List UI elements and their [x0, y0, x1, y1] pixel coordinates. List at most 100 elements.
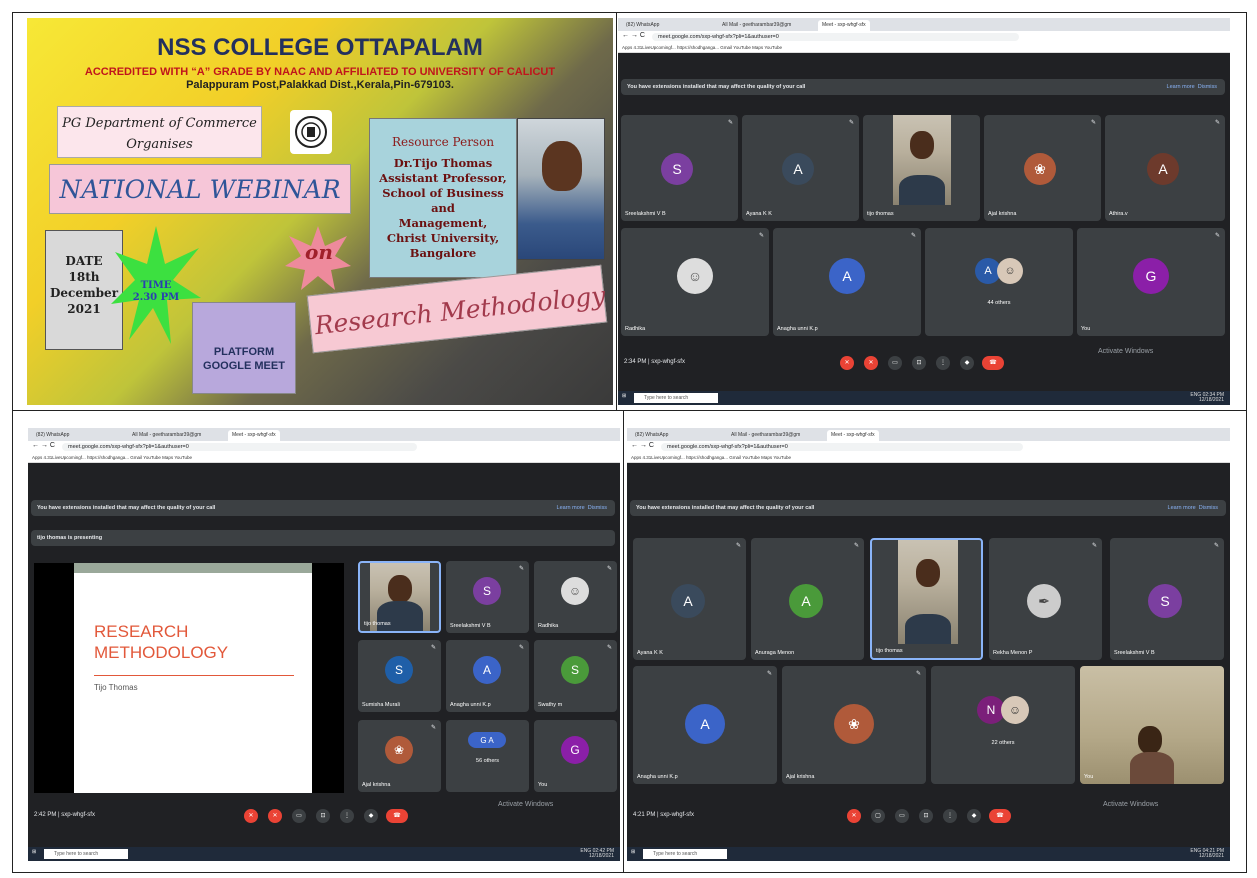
slide-rule: [94, 675, 294, 676]
mic-button[interactable]: ✕: [244, 809, 258, 823]
participant-tile[interactable]: A ✎ Athira.v: [1105, 115, 1225, 221]
dept-line2: Organises: [126, 137, 193, 152]
bookmarks-bar[interactable]: Apps 4.31LiveUpcomingf... https://shodhg…: [28, 453, 620, 463]
platform-line1: PLATFORM: [213, 346, 275, 358]
more-options-button[interactable]: ⋮: [943, 809, 957, 823]
participant-tile[interactable]: A ✎ Anuraga Menon: [751, 538, 864, 660]
url-input[interactable]: meet.google.com/sxp-whgf-sfx?pli=1&authu…: [661, 443, 1023, 451]
learn-more-link[interactable]: Learn more: [1168, 505, 1196, 511]
more-options-button[interactable]: ⋮: [936, 356, 950, 370]
activities-button[interactable]: ◆: [364, 809, 378, 823]
poster-on: on: [305, 240, 333, 264]
tab-whatsapp[interactable]: (82) WhatsApp: [631, 430, 672, 441]
nav-arrows-icon[interactable]: ← → C: [622, 32, 645, 39]
dismiss-link[interactable]: Dismiss: [1199, 505, 1218, 511]
nav-arrows-icon[interactable]: ← → C: [32, 442, 55, 449]
learn-more-dismiss[interactable]: Learn more Dismiss: [1167, 79, 1217, 95]
taskbar-search[interactable]: Type here to search: [634, 393, 718, 403]
meeting-time-code: 2:34 PM | sxp-whgf-sfx: [624, 359, 685, 365]
participant-tile[interactable]: S ✎ Sreelakshmi V B: [446, 561, 529, 633]
camera-button[interactable]: ✕: [268, 809, 282, 823]
url-input[interactable]: meet.google.com/sxp-whgf-sfx?pli=1&authu…: [62, 443, 418, 451]
bookmarks-bar[interactable]: Apps 4.31LiveUpcomingf... https://shodhg…: [618, 43, 1230, 53]
taskbar-search[interactable]: Type here to search: [44, 849, 128, 859]
mic-button[interactable]: ✕: [847, 809, 861, 823]
participant-tile[interactable]: S ✎ Swathy m: [534, 640, 617, 712]
tab-meet[interactable]: Meet - sxp-whgf-sfx: [827, 430, 879, 441]
tab-mail[interactable]: All Mail - geetharambar39@gm: [727, 430, 804, 441]
participant-tile[interactable]: A ☺ 44 others: [925, 228, 1073, 336]
participant-tile[interactable]: A ✎ Ayana K K: [742, 115, 859, 221]
url-input[interactable]: meet.google.com/sxp-whgf-sfx?pli=1&authu…: [652, 33, 1020, 41]
mic-button[interactable]: ✕: [840, 356, 854, 370]
windows-taskbar: ⊞ Type here to search ENG 02:42 PM 12/18/…: [28, 847, 620, 861]
end-call-button[interactable]: ☎: [989, 809, 1011, 823]
participant-tile[interactable]: tijo thomas: [863, 115, 980, 221]
taskbar-search[interactable]: Type here to search: [643, 849, 727, 859]
bookmarks-bar[interactable]: Apps 4.31LiveUpcomingf... https://shodhg…: [627, 453, 1230, 463]
windows-start-icon[interactable]: ⊞: [32, 849, 36, 855]
dismiss-link[interactable]: Dismiss: [1198, 84, 1217, 90]
time-label: TIME: [140, 280, 172, 291]
windows-start-icon[interactable]: ⊞: [631, 849, 635, 855]
tab-mail[interactable]: All Mail - geetharambar39@gm: [718, 20, 795, 31]
meeting-code: sxp-whgf-sfx: [651, 359, 685, 365]
participant-tile[interactable]: ✒ ✎ Rekha Menon P: [989, 538, 1102, 660]
participant-tile[interactable]: A ✎ Anagha unni K.p: [446, 640, 529, 712]
meet-screenshot-2: (82) WhatsApp All Mail - geetharambar39@…: [28, 428, 620, 861]
participant-tile[interactable]: G ✎ You: [1077, 228, 1225, 336]
participant-tile[interactable]: G A 56 others: [446, 720, 529, 792]
participant-tile[interactable]: A ✎ Ayana K K: [633, 538, 746, 660]
camera-button[interactable]: ✕: [864, 356, 878, 370]
participant-tile[interactable]: S ✎ Sreelakshmi V B: [1110, 538, 1224, 660]
nav-arrows-icon[interactable]: ← → C: [631, 442, 654, 449]
participant-tile[interactable]: You: [1080, 666, 1224, 784]
slide-header-strip: [74, 563, 312, 573]
avatar: ❀: [834, 704, 874, 744]
participant-tile[interactable]: G You: [534, 720, 617, 792]
captions-button[interactable]: ▭: [888, 356, 902, 370]
dismiss-link[interactable]: Dismiss: [588, 505, 607, 511]
participant-tile[interactable]: tijo thomas: [358, 561, 441, 633]
activities-button[interactable]: ◆: [960, 356, 974, 370]
participant-name: Anagha unni K.p: [637, 774, 678, 780]
end-call-button[interactable]: ☎: [982, 356, 1004, 370]
system-tray: ENG 02:34 PM 12/18/2021: [1190, 393, 1224, 403]
captions-button[interactable]: ▭: [895, 809, 909, 823]
participant-tile[interactable]: S ✎ Sreelakshmi V B: [621, 115, 738, 221]
tab-meet[interactable]: Meet - sxp-whgf-sfx: [228, 430, 280, 441]
participant-tile[interactable]: tijo thomas: [870, 538, 983, 660]
learn-more-dismiss[interactable]: Learn more Dismiss: [557, 500, 607, 516]
present-button[interactable]: ⊡: [919, 809, 933, 823]
windows-start-icon[interactable]: ⊞: [622, 393, 626, 399]
present-button[interactable]: ⊡: [912, 356, 926, 370]
tab-meet[interactable]: Meet - sxp-whgf-sfx: [818, 20, 870, 31]
participant-tile[interactable]: ❀ ✎ Ajal krishna: [782, 666, 926, 784]
participant-tile[interactable]: ❀ ✎ Ajal krishna: [984, 115, 1101, 221]
participant-name: Sreelakshmi V B: [1114, 650, 1155, 656]
avatar: S: [385, 656, 413, 684]
end-call-button[interactable]: ☎: [386, 809, 408, 823]
learn-more-link[interactable]: Learn more: [1167, 84, 1195, 90]
participant-tile[interactable]: ☺ ✎ Radhika: [534, 561, 617, 633]
slide-title: RESEARCH METHODOLOGY: [94, 621, 228, 663]
tab-mail[interactable]: All Mail - geetharambar39@gm: [128, 430, 205, 441]
participant-tile[interactable]: ☺ ✎ Radhika: [621, 228, 769, 336]
participant-name: Ajal krishna: [362, 782, 391, 788]
participant-tile[interactable]: ❀ ✎ Ajal krishna: [358, 720, 441, 792]
captions-button[interactable]: ▭: [292, 809, 306, 823]
participant-tile[interactable]: A ✎ Anagha unni K.p: [773, 228, 921, 336]
poster-platform: PLATFORM GOOGLE MEET: [192, 302, 296, 394]
tab-whatsapp[interactable]: (82) WhatsApp: [622, 20, 663, 31]
activities-button[interactable]: ◆: [967, 809, 981, 823]
learn-more-link[interactable]: Learn more: [557, 505, 585, 511]
participant-name: tijo thomas: [876, 648, 903, 654]
more-options-button[interactable]: ⋮: [340, 809, 354, 823]
learn-more-dismiss[interactable]: Learn more Dismiss: [1168, 500, 1218, 516]
participant-tile[interactable]: N ☺ 22 others: [931, 666, 1075, 784]
tab-whatsapp[interactable]: (82) WhatsApp: [32, 430, 73, 441]
present-button[interactable]: ⊡: [316, 809, 330, 823]
participant-tile[interactable]: A ✎ Anagha unni K.p: [633, 666, 777, 784]
camera-button[interactable]: ▢: [871, 809, 885, 823]
participant-tile[interactable]: S ✎ Sumisha Murali: [358, 640, 441, 712]
